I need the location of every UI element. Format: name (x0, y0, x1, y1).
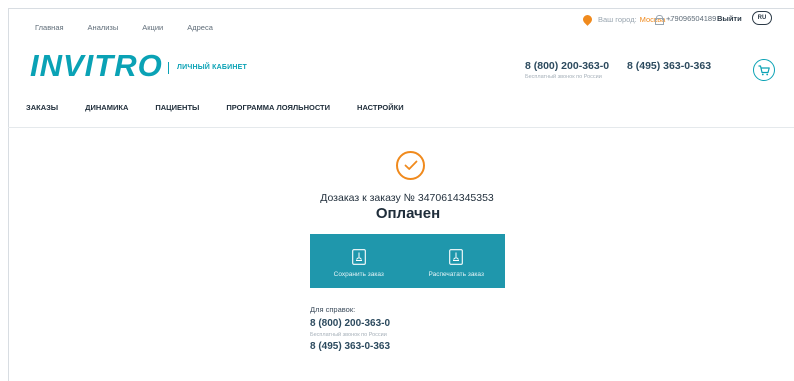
help-phone-free[interactable]: 8 (800) 200-363-0 (310, 318, 390, 329)
checkmark-icon (404, 160, 417, 170)
cart-icon (758, 64, 770, 75)
logo-divider (168, 62, 169, 74)
invitro-logo[interactable]: INVITRO (30, 48, 163, 84)
nav-item-patients[interactable]: ПАЦИЕНТЫ (155, 103, 199, 112)
cart-button[interactable] (753, 59, 775, 81)
header-phone-free[interactable]: 8 (800) 200-363-0 (525, 60, 609, 72)
pdf-file-icon (449, 249, 464, 265)
help-phone-moscow[interactable]: 8 (495) 363-0-363 (310, 341, 390, 352)
help-title: Для справок: (310, 305, 356, 314)
top-link-home[interactable]: Главная (35, 23, 64, 32)
top-link-analyses[interactable]: Анализы (88, 23, 119, 32)
header-phone-moscow[interactable]: 8 (495) 363-0-363 (627, 60, 711, 72)
pdf-file-icon (351, 249, 366, 265)
user-account[interactable]: +79096504189 (655, 14, 717, 25)
header-divider (8, 127, 794, 128)
lock-icon (655, 14, 664, 25)
save-order-button[interactable]: Сохранить заказ (310, 234, 408, 288)
order-actions-panel: Сохранить заказ Распечатать заказ (310, 234, 505, 288)
print-order-label: Распечатать заказ (428, 271, 484, 278)
location-pin-icon (581, 13, 594, 26)
save-order-label: Сохранить заказ (333, 271, 384, 278)
cabinet-label: ЛИЧНЫЙ КАБИНЕТ (177, 64, 247, 71)
help-phone-free-note: Бесплатный звонок по России (310, 332, 387, 338)
print-order-button[interactable]: Распечатать заказ (408, 234, 506, 288)
success-check-icon (396, 151, 425, 180)
top-links: Главная Анализы Акции Адреса (35, 23, 237, 32)
main-nav: ЗАКАЗЫ ДИНАМИКА ПАЦИЕНТЫ ПРОГРАММА ЛОЯЛЬ… (26, 103, 431, 112)
top-link-promotions[interactable]: Акции (142, 23, 163, 32)
order-title: Дозаказ к заказу № 3470614345353 (320, 192, 494, 204)
nav-item-orders[interactable]: ЗАКАЗЫ (26, 103, 58, 112)
nav-item-loyalty[interactable]: ПРОГРАММА ЛОЯЛЬНОСТИ (226, 103, 330, 112)
city-label: Ваш город: (598, 15, 637, 24)
nav-item-settings[interactable]: НАСТРОЙКИ (357, 103, 404, 112)
logout-link[interactable]: Выйти (717, 14, 742, 23)
top-link-addresses[interactable]: Адреса (187, 23, 213, 32)
language-switch[interactable]: RU (752, 11, 772, 25)
order-status: Оплачен (375, 205, 441, 222)
nav-item-dynamics[interactable]: ДИНАМИКА (85, 103, 128, 112)
header-phone-free-note: Бесплатный звонок по России (525, 74, 602, 80)
user-phone: +79096504189 (666, 14, 717, 23)
